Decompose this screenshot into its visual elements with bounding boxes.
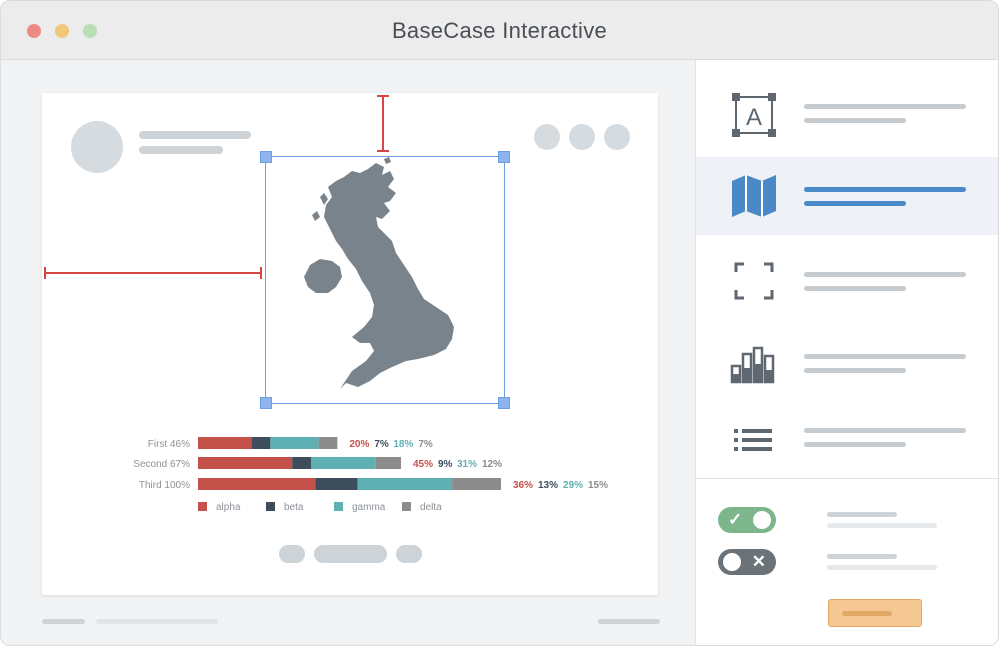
category-label: Second 67%	[133, 459, 190, 470]
bar-segment-beta	[315, 478, 358, 490]
legend-label-delta: delta	[420, 502, 442, 513]
bar-segment-beta	[292, 457, 312, 469]
legend-swatch-gamma	[334, 502, 343, 511]
data-label-alpha: 45%	[413, 459, 433, 470]
legend-label-gamma: gamma	[352, 502, 386, 513]
toggle-label-placeholder	[827, 554, 897, 559]
document-page[interactable]: First 46% 20% 7% 18% 7% Second 67% 45% 9% 31% 12%…	[42, 93, 658, 595]
footer-placeholder-mid	[96, 619, 218, 624]
category-label: Third 100%	[139, 480, 190, 491]
data-label-delta: 15%	[588, 480, 608, 491]
tool-map[interactable]	[696, 157, 998, 235]
window-title: BaseCase Interactive	[391, 18, 608, 43]
category-label: First 46%	[148, 439, 190, 450]
bar-segment-gamma	[357, 478, 453, 490]
title-bar: BaseCase Interactive	[1, 1, 998, 60]
bar-segment-gamma	[311, 457, 376, 469]
toggle-off-switch[interactable]: ✕	[718, 549, 776, 575]
tool-frame[interactable]	[696, 242, 998, 320]
data-label-delta: 7%	[418, 439, 433, 450]
data-label-gamma: 29%	[563, 480, 583, 491]
data-label-alpha: 36%	[513, 480, 533, 491]
tool-text[interactable]: A	[696, 76, 998, 154]
data-label-delta: 12%	[482, 459, 502, 470]
bar-segment-delta	[318, 437, 338, 449]
button-label-placeholder	[842, 611, 892, 616]
toggle-on-switch[interactable]: ✓	[718, 507, 776, 533]
legend-label-alpha: alpha	[216, 502, 241, 513]
tool-panel: A ✓ ✕	[695, 60, 998, 645]
text-box-icon: A	[732, 93, 776, 137]
prev-page-button[interactable]	[279, 545, 305, 563]
bar-segment-alpha	[198, 478, 316, 490]
toggle-label-placeholder	[827, 512, 897, 517]
close-icon: ✕	[751, 552, 766, 571]
panel-divider	[696, 478, 998, 479]
bar-chart-icon	[730, 346, 775, 384]
data-label-alpha: 20%	[349, 439, 369, 450]
canvas-area[interactable]: First 46% 20% 7% 18% 7% Second 67% 45% 9% 31% 12%…	[1, 60, 694, 645]
data-label-beta: 7%	[374, 439, 389, 450]
map-icon	[732, 175, 776, 217]
stacked-bar-chart: First 46% 20% 7% 18% 7% Second 67% 45% 9% 31% 12%…	[133, 437, 608, 513]
footer-placeholder-right	[598, 619, 660, 624]
page-indicator-button[interactable]	[314, 545, 387, 563]
next-page-button[interactable]	[396, 545, 422, 563]
bar-segment-delta	[452, 478, 501, 490]
tool-list[interactable]	[696, 400, 998, 478]
checkmark-icon: ✓	[728, 510, 743, 529]
legend-label-beta: beta	[284, 502, 304, 513]
bar-segment-alpha	[198, 437, 252, 449]
toggle-knob	[723, 553, 741, 571]
legend-swatch-alpha	[198, 502, 207, 511]
data-label-gamma: 18%	[393, 439, 413, 450]
data-label-beta: 13%	[538, 480, 558, 491]
list-icon	[734, 429, 772, 451]
bar-segment-beta	[251, 437, 271, 449]
footer-placeholder-left	[42, 619, 85, 624]
toggle-knob	[753, 511, 771, 529]
data-label-gamma: 31%	[457, 459, 477, 470]
app-window: BaseCase Interactive First 46% 20% 7% 18…	[0, 0, 999, 646]
fullscreen-frame-icon	[734, 262, 774, 300]
toggle-desc-placeholder	[827, 523, 937, 528]
svg-text:A: A	[746, 104, 762, 131]
bar-segment-delta	[375, 457, 402, 469]
primary-action-button[interactable]	[828, 599, 922, 627]
legend-swatch-beta	[266, 502, 275, 511]
data-label-beta: 9%	[438, 459, 453, 470]
tool-chart[interactable]	[696, 324, 998, 402]
bar-segment-gamma	[270, 437, 319, 449]
toggle-desc-placeholder	[827, 565, 937, 570]
bar-segment-alpha	[198, 457, 293, 469]
legend-swatch-delta	[402, 502, 411, 511]
